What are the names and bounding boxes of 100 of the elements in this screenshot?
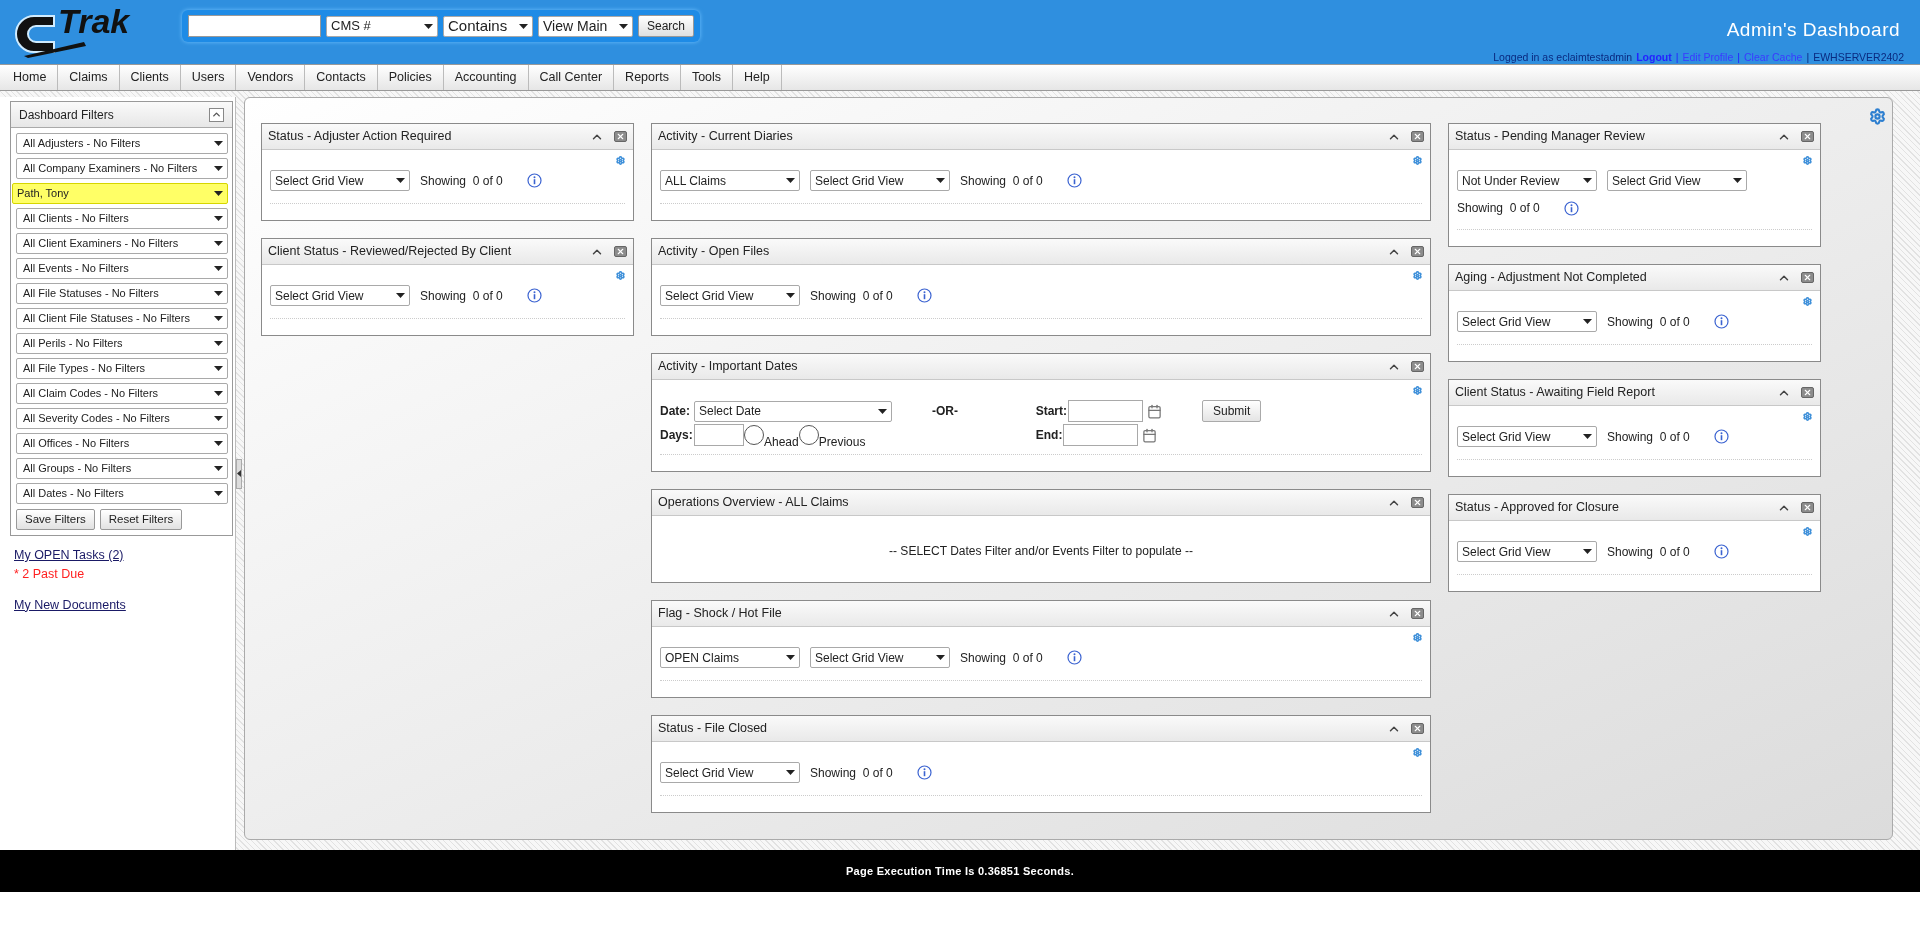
caret-icon bbox=[214, 416, 223, 421]
info-icon[interactable] bbox=[1713, 314, 1729, 329]
info-icon[interactable] bbox=[1563, 200, 1579, 216]
tasks-link[interactable]: My OPEN Tasks (2) bbox=[14, 546, 124, 565]
menu-item[interactable]: Vendors bbox=[236, 65, 306, 90]
settings-icon[interactable] bbox=[616, 156, 625, 165]
menu-item[interactable]: Clients bbox=[119, 65, 181, 90]
dropdown[interactable]: All Severity Codes - No Filters bbox=[16, 408, 228, 429]
radio-button[interactable] bbox=[798, 425, 819, 445]
dropdown[interactable]: All Claim Codes - No Filters bbox=[16, 383, 228, 404]
dropdown[interactable]: All Adjusters - No Filters bbox=[16, 133, 228, 154]
dropdown[interactable]: Select Grid View bbox=[810, 647, 950, 668]
days-field[interactable] bbox=[694, 424, 744, 446]
caret-icon bbox=[936, 178, 945, 183]
close-icon[interactable] bbox=[614, 131, 627, 142]
start-date-field[interactable] bbox=[1068, 400, 1143, 422]
sidebar-toggle[interactable] bbox=[236, 458, 242, 489]
search-field[interactable] bbox=[188, 15, 321, 37]
settings-icon[interactable] bbox=[1413, 156, 1422, 165]
dropdown[interactable]: Select Grid View bbox=[1457, 426, 1597, 447]
radio-button[interactable] bbox=[744, 425, 764, 445]
menu-item[interactable]: Tools bbox=[680, 65, 734, 90]
logo[interactable]: Trak bbox=[8, 2, 158, 60]
dropdown[interactable]: All File Types - No Filters bbox=[16, 358, 228, 379]
settings-icon[interactable] bbox=[1803, 412, 1812, 421]
menu-item[interactable]: Policies bbox=[377, 65, 444, 90]
showing-count: Showing 0 of 0 bbox=[1457, 200, 1540, 217]
settings-icon[interactable] bbox=[1803, 297, 1812, 306]
settings-icon[interactable] bbox=[1869, 108, 1886, 125]
menu-item[interactable]: Home bbox=[2, 65, 59, 90]
dropdown[interactable]: Select Grid View bbox=[1457, 541, 1597, 562]
close-icon[interactable] bbox=[1411, 131, 1424, 142]
menu-item[interactable]: Reports bbox=[614, 65, 681, 90]
close-icon[interactable] bbox=[1411, 246, 1424, 257]
info-icon[interactable] bbox=[1066, 650, 1082, 665]
dropdown[interactable]: All Groups - No Filters bbox=[16, 458, 228, 479]
settings-icon[interactable] bbox=[1413, 386, 1422, 395]
dropdown[interactable]: Select Grid View bbox=[1607, 170, 1747, 191]
info-icon[interactable] bbox=[526, 173, 542, 188]
dropdown[interactable]: Select Grid View bbox=[810, 170, 950, 191]
close-icon[interactable] bbox=[1411, 497, 1424, 508]
menu-item[interactable]: Accounting bbox=[443, 65, 529, 90]
dropdown[interactable]: Select Grid View bbox=[660, 762, 800, 783]
calendar-icon[interactable] bbox=[1142, 427, 1158, 443]
dropdown[interactable]: Select Grid View bbox=[270, 285, 410, 306]
dropdown[interactable]: All File Statuses - No Filters bbox=[16, 283, 228, 304]
dropdown[interactable]: Path, Tony bbox=[12, 183, 228, 204]
dropdown[interactable]: All Clients - No Filters bbox=[16, 208, 228, 229]
settings-icon[interactable] bbox=[1803, 527, 1812, 536]
info-icon[interactable] bbox=[526, 288, 542, 303]
settings-icon[interactable] bbox=[1803, 156, 1812, 165]
dropdown[interactable]: ALL Claims bbox=[660, 170, 800, 191]
dropdown[interactable]: CMS # bbox=[326, 15, 438, 37]
close-icon[interactable] bbox=[1801, 387, 1814, 398]
settings-icon[interactable] bbox=[1413, 633, 1422, 642]
menu-item[interactable]: Call Center bbox=[528, 65, 615, 90]
menu-item[interactable]: Claims bbox=[58, 65, 120, 90]
close-icon[interactable] bbox=[1411, 608, 1424, 619]
documents-link[interactable]: My New Documents bbox=[14, 595, 126, 615]
menu-item[interactable]: Help bbox=[733, 65, 782, 90]
dropdown[interactable]: All Company Examiners - No Filters bbox=[16, 158, 228, 179]
dropdown[interactable]: OPEN Claims bbox=[660, 647, 800, 668]
info-icon[interactable] bbox=[1713, 429, 1729, 444]
info-icon[interactable] bbox=[1713, 544, 1729, 559]
info-icon[interactable] bbox=[1066, 173, 1082, 188]
search-button[interactable]: Search bbox=[638, 15, 695, 37]
settings-icon[interactable] bbox=[1413, 748, 1422, 757]
dropdown[interactable]: Select Grid View bbox=[270, 170, 410, 191]
dropdown[interactable]: All Offices - No Filters bbox=[16, 433, 228, 454]
dropdown[interactable]: All Client File Statuses - No Filters bbox=[16, 308, 228, 329]
dropdown[interactable]: Contains bbox=[443, 15, 533, 37]
close-icon[interactable] bbox=[1411, 361, 1424, 372]
dropdown[interactable]: All Client Examiners - No Filters bbox=[16, 233, 228, 254]
close-icon[interactable] bbox=[1801, 272, 1814, 283]
dropdown[interactable]: All Perils - No Filters bbox=[16, 333, 228, 354]
dropdown[interactable]: Not Under Review bbox=[1457, 170, 1597, 191]
end-date-field[interactable] bbox=[1063, 424, 1139, 446]
filter-button[interactable]: Reset Filters bbox=[99, 509, 183, 530]
settings-icon[interactable] bbox=[616, 271, 625, 280]
dropdown[interactable]: Select Date bbox=[694, 400, 892, 422]
dropdown[interactable]: All Events - No Filters bbox=[16, 258, 228, 279]
panel-title: Dashboard Filters bbox=[19, 106, 114, 124]
close-icon[interactable] bbox=[1801, 502, 1814, 513]
collapse-icon[interactable] bbox=[209, 107, 224, 122]
close-icon[interactable] bbox=[1801, 131, 1814, 142]
submit-button[interactable]: Submit bbox=[1202, 400, 1262, 422]
filter-button[interactable]: Save Filters bbox=[16, 509, 95, 530]
menu-item[interactable]: Contacts bbox=[305, 65, 378, 90]
info-icon[interactable] bbox=[916, 765, 932, 780]
widget-title: Status - Adjuster Action Required bbox=[268, 128, 452, 146]
menu-item[interactable]: Users bbox=[180, 65, 237, 90]
info-icon[interactable] bbox=[916, 288, 932, 303]
dropdown[interactable]: View Main bbox=[538, 15, 633, 37]
settings-icon[interactable] bbox=[1413, 271, 1422, 280]
dropdown[interactable]: Select Grid View bbox=[660, 285, 800, 306]
close-icon[interactable] bbox=[614, 246, 627, 257]
dropdown[interactable]: All Dates - No Filters bbox=[16, 483, 228, 504]
calendar-icon[interactable] bbox=[1147, 403, 1162, 419]
close-icon[interactable] bbox=[1411, 723, 1424, 734]
dropdown[interactable]: Select Grid View bbox=[1457, 311, 1597, 332]
